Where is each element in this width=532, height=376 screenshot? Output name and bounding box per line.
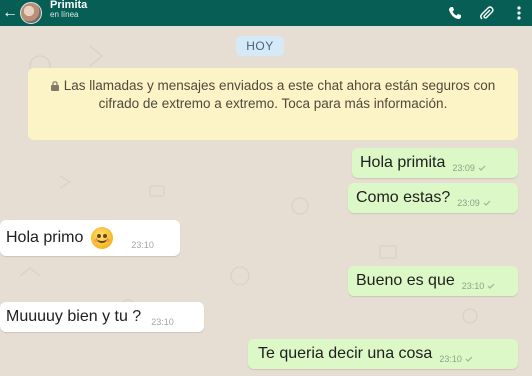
message-time: 23:10 xyxy=(151,316,174,327)
message-text: Bueno es que xyxy=(356,272,455,289)
sent-tick-icon xyxy=(483,200,491,206)
message-text: Muuuuy bien y tu ? xyxy=(6,308,142,325)
message-text: Te queria decir una cosa xyxy=(258,345,433,362)
message-bubble-outgoing[interactable]: Bueno es que 23:10 xyxy=(348,266,518,296)
message-time: 23:10 xyxy=(439,353,462,364)
back-arrow-icon[interactable]: ← xyxy=(2,0,18,26)
phone-icon[interactable] xyxy=(446,4,464,22)
sent-tick-icon xyxy=(478,165,486,171)
message-text: Como estas? xyxy=(356,189,451,206)
message-bubble-outgoing[interactable]: Hola primita 23:09 xyxy=(352,148,518,178)
message-time: 23:10 xyxy=(131,240,154,250)
lock-icon xyxy=(50,81,59,91)
message-text: Hola primo xyxy=(6,229,84,246)
message-bubble-outgoing[interactable]: Te queria decir una cosa 23:10 xyxy=(248,339,518,369)
encryption-notice[interactable]: Las llamadas y mensajes enviados a este … xyxy=(28,68,518,140)
date-divider: HOY xyxy=(236,36,284,56)
sent-tick-icon xyxy=(465,356,473,362)
message-time: 23:09 xyxy=(452,162,475,173)
sent-tick-icon xyxy=(487,283,495,289)
encryption-notice-text: Las llamadas y mensajes enviados a este … xyxy=(63,78,496,111)
message-time: 23:10 xyxy=(461,280,485,291)
attach-icon[interactable] xyxy=(478,4,496,22)
chat-header: ← Primita en línea xyxy=(0,0,532,26)
message-bubble-incoming[interactable]: Muuuuy bien y tu ? 23:10 xyxy=(0,302,204,332)
contact-info[interactable]: Primita en línea xyxy=(50,0,87,20)
message-time: 23:09 xyxy=(457,197,480,208)
message-bubble-incoming[interactable]: Hola primo 23:10 xyxy=(0,220,180,256)
message-text: Hola primita xyxy=(360,154,446,171)
message-bubble-outgoing[interactable]: Como estas? 23:09 xyxy=(348,183,518,213)
contact-name: Primita xyxy=(50,0,88,11)
smiling-face-emoji-icon xyxy=(91,227,114,249)
more-options-icon[interactable] xyxy=(510,4,528,22)
contact-status: en línea xyxy=(50,10,79,19)
avatar[interactable] xyxy=(20,2,42,24)
header-actions xyxy=(432,0,532,26)
